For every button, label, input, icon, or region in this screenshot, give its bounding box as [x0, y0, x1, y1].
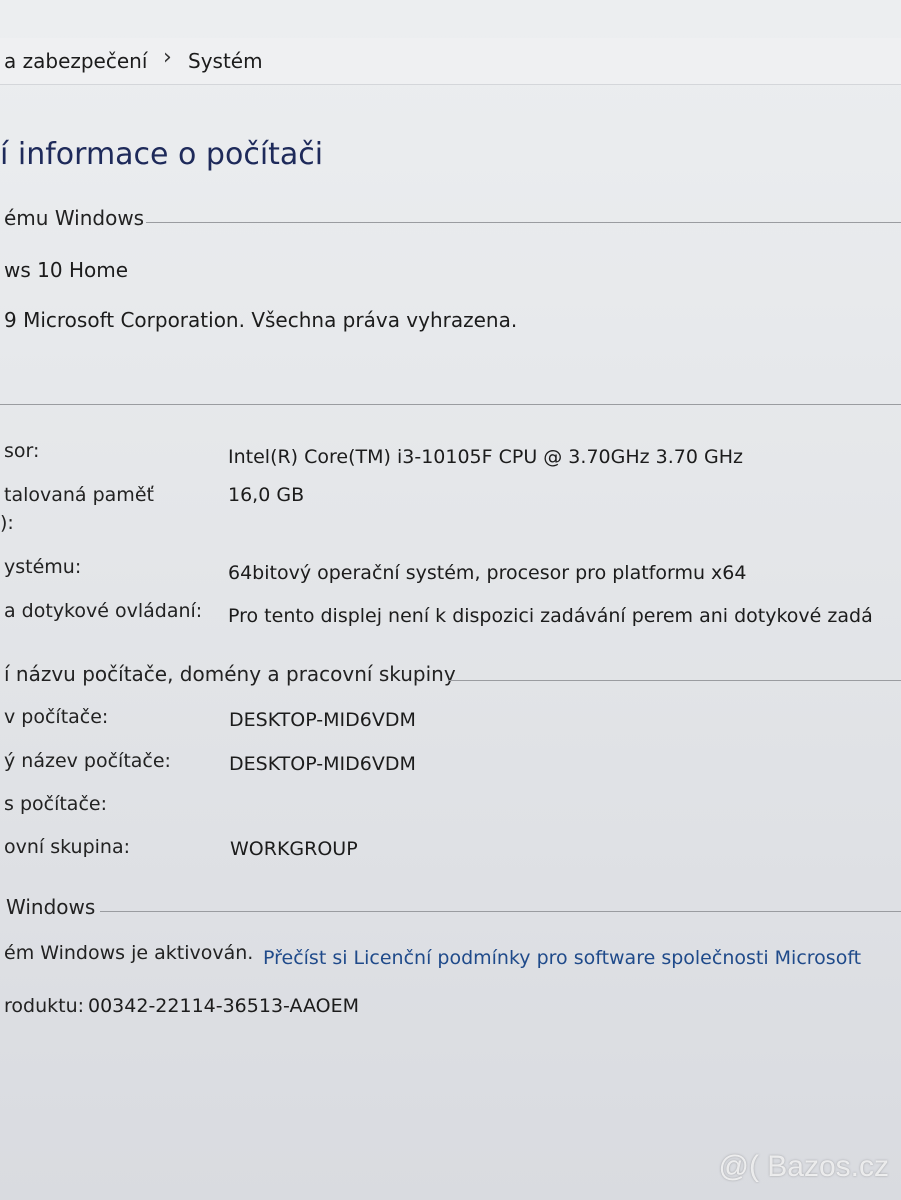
computer-name-label: v počítače: [4, 706, 109, 728]
section-header-activation: Windows [6, 895, 96, 919]
section-divider [448, 680, 901, 681]
pen-touch-label: a dotykové ovládaní: [4, 600, 203, 622]
memory-label: talovaná paměť [4, 484, 154, 506]
workgroup-label: ovní skupina: [4, 836, 131, 858]
section-header-windows-edition: ému Windows [4, 206, 145, 230]
breadcrumb-item-security[interactable]: a zabezpečení [4, 49, 147, 73]
product-id-value: 00342-22114-36513-AAOEM [88, 995, 360, 1017]
memory-value: 16,0 GB [228, 484, 305, 506]
memory-label-cont: ): [0, 512, 14, 534]
copyright-text: 9 Microsoft Corporation. Všechna práva v… [4, 308, 518, 332]
computer-description-label: s počítače: [4, 793, 107, 815]
license-terms-link[interactable]: Přečíst si Licenční podmínky pro softwar… [263, 947, 861, 969]
section-divider [146, 222, 901, 223]
workgroup-value: WORKGROUP [230, 838, 358, 860]
processor-value: Intel(R) Core(TM) i3-10105F CPU @ 3.70GH… [228, 446, 743, 468]
full-computer-name-value: DESKTOP-MID6VDM [229, 753, 416, 775]
page-title: í informace o počítači [0, 137, 324, 172]
windows-edition-value: ws 10 Home [4, 258, 129, 282]
watermark-logo: @( Bazos.cz [718, 1150, 890, 1183]
system-type-value: 64bitový operační systém, procesor pro p… [228, 562, 747, 584]
system-type-label: ystému: [4, 556, 82, 578]
product-id-label: roduktu: [4, 995, 85, 1017]
full-computer-name-label: ý název počítače: [4, 750, 171, 772]
computer-name-value: DESKTOP-MID6VDM [229, 709, 416, 731]
processor-label: sor: [4, 440, 40, 462]
breadcrumb-chevron-icon: › [163, 45, 172, 70]
section-header-computer-name: í názvu počítače, domény a pracovní skup… [4, 662, 456, 686]
pen-touch-value: Pro tento displej není k dispozici zadáv… [228, 605, 873, 627]
breadcrumb-item-system[interactable]: Systém [188, 49, 263, 73]
section-divider [100, 911, 901, 912]
address-bar[interactable]: a zabezpečení › Systém [0, 38, 901, 85]
section-divider [0, 404, 901, 405]
activation-status: ém Windows je aktivován. [4, 942, 254, 964]
